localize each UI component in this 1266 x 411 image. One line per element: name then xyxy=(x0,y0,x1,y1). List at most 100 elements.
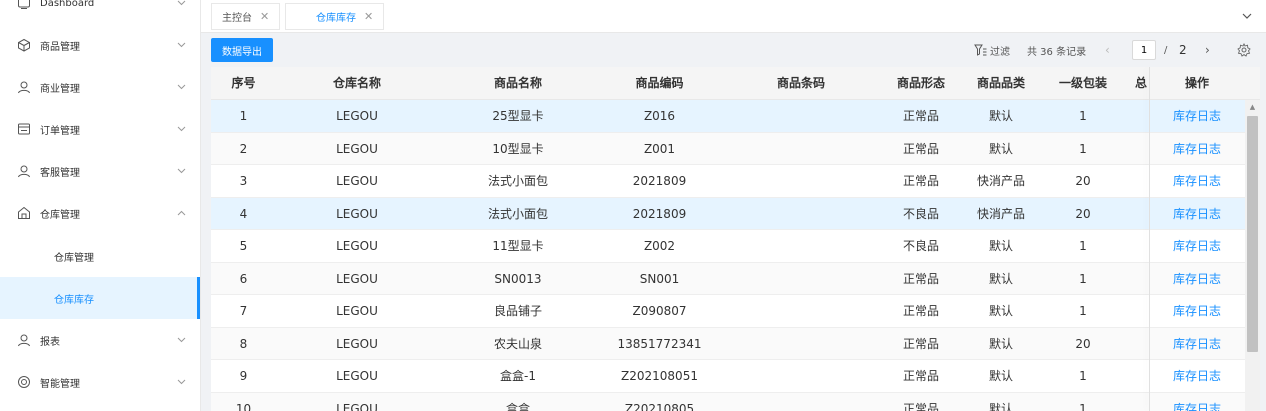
page-input[interactable] xyxy=(1132,40,1156,60)
table-cell-pack: 1 xyxy=(1079,401,1087,411)
table-cell-name: 法式小面包 xyxy=(487,174,548,188)
sidebar-item-label: 智能管理 xyxy=(40,378,80,390)
sidebar-subitem-label: 仓库管理 xyxy=(54,252,94,264)
column-header[interactable]: 一级包装 xyxy=(1041,67,1125,100)
sidebar-item-products[interactable]: 商品管理 xyxy=(0,24,200,66)
table-row[interactable]: 3 LEGOU 法式小面包 2021809 正常品 快消产品 20 库存日志 xyxy=(211,165,1260,198)
chevron-down-icon xyxy=(176,82,186,92)
stock-log-link[interactable]: 库存日志 xyxy=(1149,328,1245,360)
column-header[interactable]: 商品形态 xyxy=(881,67,961,100)
fixed-column-divider xyxy=(1149,67,1150,411)
table-scrollbar[interactable]: ▲ xyxy=(1245,100,1260,411)
tab-bar: 主控台 ✕ 仓库库存 ✕ xyxy=(201,0,1266,33)
table-cell-barcode xyxy=(721,100,881,132)
tab-dashboard[interactable]: 主控台 ✕ xyxy=(211,3,281,30)
table-cell-warehouse: LEGOU xyxy=(336,304,378,318)
toolbar: 数据导出 过滤 共 36 条记录 ‹ / 2 › xyxy=(201,33,1266,67)
sidebar-item-label: 订单管理 xyxy=(40,125,80,137)
table-row[interactable]: 6 LEGOU SN0013 SN001 正常品 默认 1 库存日志 xyxy=(211,262,1260,295)
order-icon xyxy=(16,121,32,137)
stock-table: 序号 仓库名称 商品名称 商品编码 商品条码 商品形态 商品品类 一级包装 总 … xyxy=(211,67,1260,411)
sidebar-subitem-warehouse-stock[interactable]: 仓库库存 xyxy=(0,277,200,319)
table-cell-pack: 1 xyxy=(1079,369,1087,383)
table-cell-code: Z001 xyxy=(643,141,676,156)
chevron-down-icon xyxy=(176,335,186,345)
sidebar-item-reports[interactable]: 报表 xyxy=(0,319,200,361)
table-cell-barcode xyxy=(721,295,881,327)
table-cell-category: 默认 xyxy=(988,109,1013,123)
stock-log-link[interactable]: 库存日志 xyxy=(1149,393,1245,411)
chevron-down-icon[interactable] xyxy=(1240,9,1254,23)
sidebar-item-dashboard[interactable]: Dashboard xyxy=(0,0,200,24)
table-cell-category: 快消产品 xyxy=(976,206,1025,221)
stock-log-link[interactable]: 库存日志 xyxy=(1149,165,1245,197)
close-icon[interactable]: ✕ xyxy=(364,10,373,23)
tab-warehouse-stock[interactable]: 仓库库存 ✕ xyxy=(285,3,385,30)
table-cell-pack: 20 xyxy=(1075,174,1091,188)
table-cell-no: 2 xyxy=(239,141,248,156)
stock-log-link[interactable]: 库存日志 xyxy=(1149,198,1245,230)
table-row[interactable]: 9 LEGOU 盒盒-1 Z202108051 正常品 默认 1 库存日志 xyxy=(211,360,1260,393)
column-header[interactable]: 商品名称 xyxy=(438,67,598,100)
close-icon[interactable]: ✕ xyxy=(260,10,269,23)
table-row[interactable]: 5 LEGOU 11型显卡 Z002 不良品 默认 1 库存日志 xyxy=(211,230,1260,263)
sidebar-item-business[interactable]: 商业管理 xyxy=(0,66,200,108)
stock-log-link[interactable]: 库存日志 xyxy=(1149,230,1245,262)
stock-log-link[interactable]: 库存日志 xyxy=(1149,360,1245,392)
next-page-button[interactable]: › xyxy=(1205,33,1210,67)
sidebar-item-label: 商业管理 xyxy=(40,83,80,95)
sidebar-item-smart[interactable]: 智能管理 xyxy=(0,361,200,403)
table-cell-form: 正常品 xyxy=(902,369,939,383)
table-row[interactable]: 10 LEGOU 盒盒 Z20210805 正常品 默认 1 库存日志 xyxy=(211,392,1260,411)
stock-log-link[interactable]: 库存日志 xyxy=(1149,263,1245,295)
table-cell-barcode xyxy=(721,165,881,197)
column-header[interactable]: 序号 xyxy=(211,67,276,100)
table-cell-no: 4 xyxy=(239,206,248,221)
table-cell-category: 默认 xyxy=(988,401,1013,411)
filter-button[interactable]: 过滤 xyxy=(974,33,1010,67)
column-header[interactable]: 商品编码 xyxy=(598,67,721,100)
table-cell-name: 11型显卡 xyxy=(492,239,544,253)
table-row[interactable]: 2 LEGOU 10型显卡 Z001 正常品 默认 1 库存日志 xyxy=(211,132,1260,165)
sidebar-item-warehouse[interactable]: 仓库管理 xyxy=(0,192,200,234)
sidebar-item-label: Dashboard xyxy=(40,0,95,9)
column-header[interactable]: 商品品类 xyxy=(961,67,1041,100)
table-cell-warehouse: LEGOU xyxy=(336,206,378,221)
table-row[interactable]: 8 LEGOU 农夫山泉 13851772341 正常品 默认 20 库存日志 xyxy=(211,327,1260,360)
tab-label: 仓库库存 xyxy=(316,13,356,24)
table-cell-barcode xyxy=(721,393,881,411)
sidebar-item-label: 客服管理 xyxy=(40,167,80,179)
table-row[interactable]: 4 LEGOU 法式小面包 2021809 不良品 快消产品 20 库存日志 xyxy=(211,197,1260,230)
user-icon xyxy=(16,332,32,348)
sidebar-item-customer-service[interactable]: 客服管理 xyxy=(0,150,200,192)
table-cell-barcode xyxy=(721,230,881,262)
stock-log-link[interactable]: 库存日志 xyxy=(1149,295,1245,327)
sidebar-item-orders[interactable]: 订单管理 xyxy=(0,108,200,150)
table-cell-form: 不良品 xyxy=(902,239,939,253)
table-cell-warehouse: LEGOU xyxy=(336,141,378,156)
table-row[interactable]: 1 LEGOU 25型显卡 Z016 正常品 默认 1 库存日志 xyxy=(211,100,1260,133)
prev-page-button[interactable]: ‹ xyxy=(1105,33,1110,67)
column-header[interactable]: 总 xyxy=(1125,67,1149,100)
table-cell-pack: 1 xyxy=(1079,271,1087,286)
column-header[interactable]: 商品条码 xyxy=(721,67,881,100)
sidebar-subitem-warehouse-management[interactable]: 仓库管理 xyxy=(0,235,200,277)
chevron-down-icon xyxy=(176,0,186,8)
column-header[interactable]: 仓库名称 xyxy=(276,67,438,100)
scroll-up-icon[interactable]: ▲ xyxy=(1245,100,1260,114)
table-cell-name: 10型显卡 xyxy=(492,141,544,156)
table-cell-name: SN0013 xyxy=(494,271,542,286)
sidebar: Dashboard 商品管理 商业管理 订单管理 客服管理 仓库管理 仓库管理 … xyxy=(0,0,201,411)
sidebar-item-label: 报表 xyxy=(40,336,60,348)
table-row[interactable]: 7 LEGOU 良品铺子 Z090807 正常品 默认 1 库存日志 xyxy=(211,295,1260,328)
stock-log-link[interactable]: 库存日志 xyxy=(1149,133,1245,165)
table-cell-category: 默认 xyxy=(988,369,1013,383)
gear-icon[interactable] xyxy=(1237,33,1251,67)
table-cell-no: 1 xyxy=(239,109,248,123)
export-button[interactable]: 数据导出 xyxy=(211,38,273,62)
chevron-down-icon xyxy=(176,166,186,176)
scrollbar-thumb[interactable] xyxy=(1247,116,1258,352)
chevron-down-icon xyxy=(176,377,186,387)
table-cell-pack: 1 xyxy=(1079,141,1087,156)
stock-log-link[interactable]: 库存日志 xyxy=(1149,100,1245,132)
